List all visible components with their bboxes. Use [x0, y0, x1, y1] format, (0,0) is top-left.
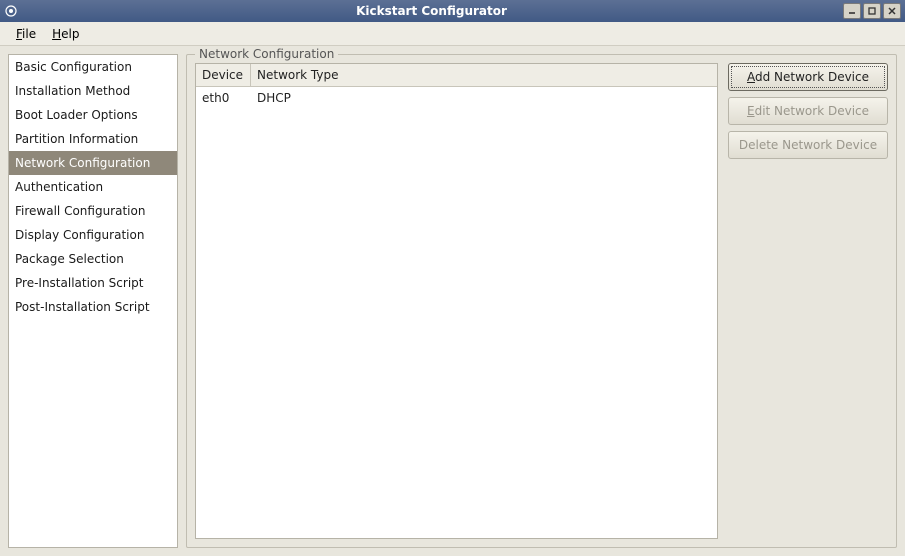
main-panel: Network Configuration Device Network Typ… — [186, 54, 897, 548]
sidebar-item-pre-installation-script[interactable]: Pre-Installation Script — [9, 271, 177, 295]
group-body: Device Network Type eth0 DHCP Add Networ… — [195, 63, 888, 539]
network-configuration-group: Network Configuration Device Network Typ… — [186, 54, 897, 548]
add-label-rest: dd Network Device — [755, 70, 869, 84]
menu-help-rest: elp — [61, 27, 79, 41]
sidebar-item-boot-loader-options[interactable]: Boot Loader Options — [9, 103, 177, 127]
sidebar-item-installation-method[interactable]: Installation Method — [9, 79, 177, 103]
delete-network-device-button: Delete Network Device — [728, 131, 888, 159]
menu-help[interactable]: Help — [44, 24, 87, 44]
add-network-device-button[interactable]: Add Network Device — [728, 63, 888, 91]
sidebar-item-partition-information[interactable]: Partition Information — [9, 127, 177, 151]
menu-file-rest: ile — [22, 27, 36, 41]
group-title: Network Configuration — [195, 47, 338, 61]
sidebar-item-display-configuration[interactable]: Display Configuration — [9, 223, 177, 247]
table-row[interactable]: eth0 DHCP — [196, 87, 717, 109]
sidebar-item-basic-configuration[interactable]: Basic Configuration — [9, 55, 177, 79]
window-titlebar: Kickstart Configurator — [0, 0, 905, 22]
sidebar-item-post-installation-script[interactable]: Post-Installation Script — [9, 295, 177, 319]
sidebar: Basic Configuration Installation Method … — [8, 54, 178, 548]
sidebar-item-network-configuration[interactable]: Network Configuration — [9, 151, 177, 175]
edit-label-rest: dit Network Device — [755, 104, 869, 118]
delete-label: Delete Network Device — [739, 138, 877, 152]
table-body: eth0 DHCP — [196, 87, 717, 538]
cell-network-type: DHCP — [251, 87, 717, 109]
window-maximize-button[interactable] — [863, 3, 881, 19]
table-header: Device Network Type — [196, 64, 717, 87]
window-close-button[interactable] — [883, 3, 901, 19]
edit-network-device-button: Edit Network Device — [728, 97, 888, 125]
content-area: Basic Configuration Installation Method … — [0, 46, 905, 556]
window-minimize-button[interactable] — [843, 3, 861, 19]
sidebar-item-firewall-configuration[interactable]: Firewall Configuration — [9, 199, 177, 223]
app-icon — [4, 4, 18, 18]
sidebar-item-authentication[interactable]: Authentication — [9, 175, 177, 199]
column-header-network-type[interactable]: Network Type — [251, 64, 717, 86]
menu-file[interactable]: File — [8, 24, 44, 44]
window-title: Kickstart Configurator — [22, 4, 841, 18]
network-device-table[interactable]: Device Network Type eth0 DHCP — [195, 63, 718, 539]
button-column: Add Network Device Edit Network Device D… — [728, 63, 888, 539]
sidebar-item-package-selection[interactable]: Package Selection — [9, 247, 177, 271]
column-header-device[interactable]: Device — [196, 64, 251, 86]
cell-device: eth0 — [196, 87, 251, 109]
menubar: File Help — [0, 22, 905, 46]
